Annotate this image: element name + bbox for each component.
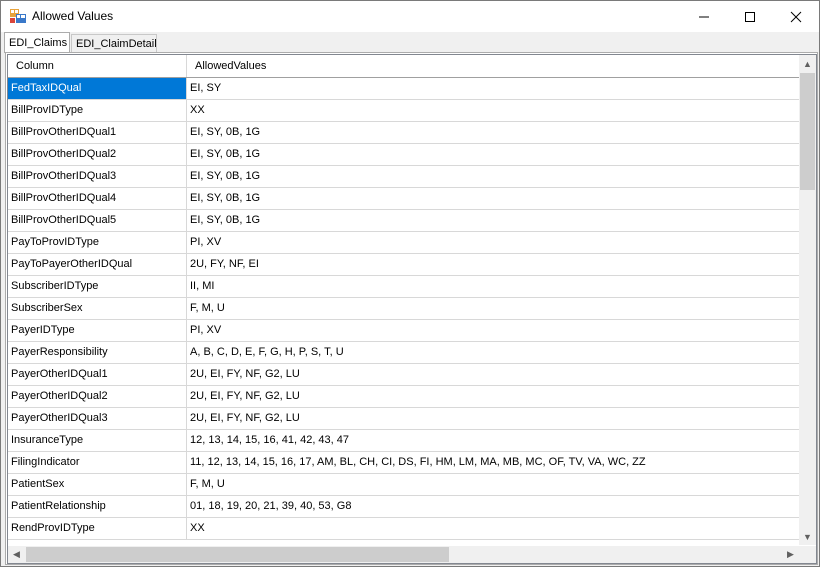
maximize-button[interactable] <box>727 1 773 32</box>
column-name-cell[interactable]: PatientSex <box>8 474 187 495</box>
horizontal-scroll-thumb[interactable] <box>26 547 449 562</box>
scroll-left-icon[interactable]: ◀ <box>8 546 25 563</box>
column-name-cell[interactable]: SubscriberIDType <box>8 276 187 297</box>
allowed-values-cell[interactable]: 01, 18, 19, 20, 21, 39, 40, 53, G8 <box>187 496 800 517</box>
allowed-values-cell[interactable]: F, M, U <box>187 298 800 319</box>
allowed-values-cell[interactable]: PI, XV <box>187 320 800 341</box>
tab-edi-claims[interactable]: EDI_Claims <box>4 32 70 53</box>
table-row[interactable]: PayToPayerOtherIDQual 2U, FY, NF, EI <box>8 254 800 276</box>
column-name-cell[interactable]: RendProvIDType <box>8 518 187 539</box>
minimize-button[interactable] <box>681 1 727 32</box>
column-name-cell[interactable]: PayerIDType <box>8 320 187 341</box>
table-row[interactable]: FilingIndicator 11, 12, 13, 14, 15, 16, 1… <box>8 452 800 474</box>
column-name-cell[interactable]: PayerOtherIDQual1 <box>8 364 187 385</box>
allowed-values-grid[interactable]: Column AllowedValues FedTaxIDQual EI, SY B… <box>7 54 817 564</box>
column-name-cell[interactable]: PayerOtherIDQual2 <box>8 386 187 407</box>
column-name-cell[interactable]: BillProvOtherIDQual1 <box>8 122 187 143</box>
allowed-values-cell[interactable]: XX <box>187 518 800 539</box>
horizontal-scrollbar[interactable]: ◀ ▶ <box>8 546 799 563</box>
table-row[interactable]: SubscriberSex F, M, U <box>8 298 800 320</box>
allowed-values-cell[interactable]: PI, XV <box>187 232 800 253</box>
column-name-cell[interactable]: SubscriberSex <box>8 298 187 319</box>
table-row[interactable]: BillProvOtherIDQual4 EI, SY, 0B, 1G <box>8 188 800 210</box>
table-row[interactable]: BillProvOtherIDQual1 EI, SY, 0B, 1G <box>8 122 800 144</box>
table-row[interactable]: BillProvOtherIDQual5 EI, SY, 0B, 1G <box>8 210 800 232</box>
close-icon <box>790 11 802 23</box>
scroll-up-icon[interactable]: ▲ <box>799 55 816 72</box>
vertical-scrollbar[interactable]: ▲ ▼ <box>799 55 816 545</box>
column-name-cell[interactable]: FedTaxIDQual <box>8 78 187 99</box>
vertical-scroll-thumb[interactable] <box>800 73 815 190</box>
allowed-values-cell[interactable]: 2U, EI, FY, NF, G2, LU <box>187 386 800 407</box>
allowed-values-cell[interactable]: EI, SY, 0B, 1G <box>187 144 800 165</box>
title-bar[interactable]: Allowed Values <box>1 1 819 32</box>
column-name-cell[interactable]: BillProvIDType <box>8 100 187 121</box>
column-name-cell[interactable]: PayToProvIDType <box>8 232 187 253</box>
grid-header: Column AllowedValues <box>8 55 800 78</box>
table-row[interactable]: InsuranceType 12, 13, 14, 15, 16, 41, 42,… <box>8 430 800 452</box>
table-row[interactable]: RendProvIDType XX <box>8 518 800 540</box>
grid-rows: FedTaxIDQual EI, SY BillProvIDType XX BillPr… <box>8 78 800 540</box>
allowed-values-cell[interactable]: F, M, U <box>187 474 800 495</box>
allowed-values-cell[interactable]: 2U, FY, NF, EI <box>187 254 800 275</box>
table-row[interactable]: PatientRelationship 01, 18, 19, 20, 21, 3… <box>8 496 800 518</box>
table-row[interactable]: SubscriberIDType II, MI <box>8 276 800 298</box>
maximize-icon <box>745 12 755 22</box>
column-name-cell[interactable]: BillProvOtherIDQual4 <box>8 188 187 209</box>
allowed-values-cell[interactable]: XX <box>187 100 800 121</box>
table-row[interactable]: BillProvOtherIDQual2 EI, SY, 0B, 1G <box>8 144 800 166</box>
scrollbar-corner <box>799 546 816 563</box>
column-name-cell[interactable]: PatientRelationship <box>8 496 187 517</box>
close-button[interactable] <box>773 1 819 32</box>
column-header-column[interactable]: Column <box>8 55 187 77</box>
scroll-down-icon[interactable]: ▼ <box>799 528 816 545</box>
allowed-values-cell[interactable]: EI, SY, 0B, 1G <box>187 166 800 187</box>
allowed-values-cell[interactable]: 11, 12, 13, 14, 15, 16, 17, AM, BL, CH, … <box>187 452 800 473</box>
table-row[interactable]: BillProvOtherIDQual3 EI, SY, 0B, 1G <box>8 166 800 188</box>
tab-edi-claim-detail[interactable]: EDI_ClaimDetail <box>71 34 157 52</box>
table-row[interactable]: PayerResponsibility A, B, C, D, E, F, G, … <box>8 342 800 364</box>
table-row[interactable]: BillProvIDType XX <box>8 100 800 122</box>
column-name-cell[interactable]: PayerOtherIDQual3 <box>8 408 187 429</box>
allowed-values-cell[interactable]: EI, SY, 0B, 1G <box>187 122 800 143</box>
table-row[interactable]: PayerOtherIDQual1 2U, EI, FY, NF, G2, LU <box>8 364 800 386</box>
window-title: Allowed Values <box>32 9 114 23</box>
tab-strip: EDI_Claims EDI_ClaimDetail <box>1 32 819 53</box>
column-name-cell[interactable]: BillProvOtherIDQual3 <box>8 166 187 187</box>
allowed-values-cell[interactable]: II, MI <box>187 276 800 297</box>
allowed-values-cell[interactable]: 2U, EI, FY, NF, G2, LU <box>187 364 800 385</box>
column-name-cell[interactable]: InsuranceType <box>8 430 187 451</box>
column-name-cell[interactable]: FilingIndicator <box>8 452 187 473</box>
table-row[interactable]: PayerOtherIDQual3 2U, EI, FY, NF, G2, LU <box>8 408 800 430</box>
minimize-icon <box>699 16 709 18</box>
column-name-cell[interactable]: PayToPayerOtherIDQual <box>8 254 187 275</box>
allowed-values-cell[interactable]: A, B, C, D, E, F, G, H, P, S, T, U <box>187 342 800 363</box>
allowed-values-cell[interactable]: EI, SY, 0B, 1G <box>187 210 800 231</box>
allowed-values-cell[interactable]: 2U, EI, FY, NF, G2, LU <box>187 408 800 429</box>
table-row[interactable]: PatientSex F, M, U <box>8 474 800 496</box>
table-row[interactable]: PayToProvIDType PI, XV <box>8 232 800 254</box>
allowed-values-cell[interactable]: 12, 13, 14, 15, 16, 41, 42, 43, 47 <box>187 430 800 451</box>
column-name-cell[interactable]: PayerResponsibility <box>8 342 187 363</box>
column-name-cell[interactable]: BillProvOtherIDQual5 <box>8 210 187 231</box>
scroll-right-icon[interactable]: ▶ <box>782 546 799 563</box>
allowed-values-cell[interactable]: EI, SY, 0B, 1G <box>187 188 800 209</box>
allowed-values-cell[interactable]: EI, SY <box>187 78 800 99</box>
column-header-allowed-values[interactable]: AllowedValues <box>187 55 800 77</box>
tab-panel: Column AllowedValues FedTaxIDQual EI, SY B… <box>5 52 818 565</box>
table-row[interactable]: PayerIDType PI, XV <box>8 320 800 342</box>
table-row[interactable]: FedTaxIDQual EI, SY <box>8 78 800 100</box>
allowed-values-window: Allowed Values EDI_Claims EDI_ClaimDetai… <box>0 0 820 567</box>
app-icon <box>10 9 26 23</box>
column-name-cell[interactable]: BillProvOtherIDQual2 <box>8 144 187 165</box>
table-row[interactable]: PayerOtherIDQual2 2U, EI, FY, NF, G2, LU <box>8 386 800 408</box>
